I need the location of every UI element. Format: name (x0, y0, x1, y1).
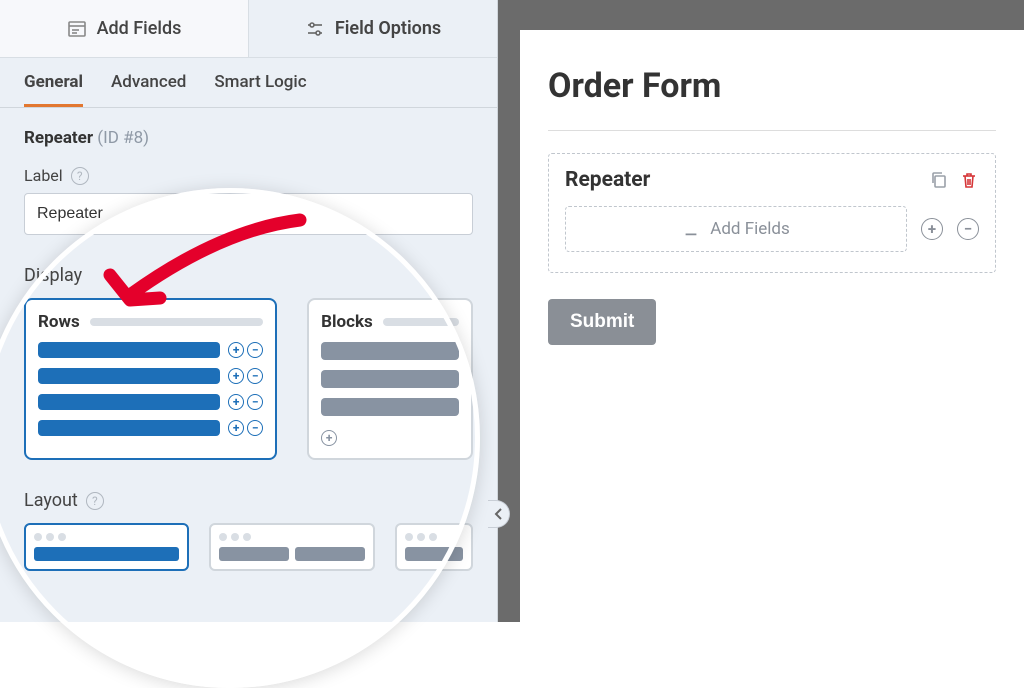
preview-area: Order Form Repeater Add Fields (498, 0, 1024, 622)
repeater-block[interactable]: Repeater Add Fields + − (548, 153, 996, 273)
minus-icon: − (247, 368, 263, 384)
layout-options (24, 523, 473, 571)
help-icon[interactable]: ? (71, 167, 89, 185)
plus-icon: + (321, 430, 337, 446)
add-fields-dropzone[interactable]: Add Fields (565, 206, 907, 252)
form-title: Order Form (548, 66, 996, 106)
blocks-label: Blocks (321, 312, 373, 332)
divider (548, 130, 996, 131)
layout-section-label: Layout ? (24, 490, 473, 511)
form-icon (67, 19, 87, 39)
layout-option-3[interactable] (395, 523, 473, 571)
sub-tabs: General Advanced Smart Logic (0, 58, 497, 108)
layout-option-2[interactable] (209, 523, 374, 571)
minus-icon: − (247, 394, 263, 410)
subtab-smartlogic[interactable]: Smart Logic (214, 72, 306, 107)
label-input[interactable] (24, 193, 473, 235)
panel-body: Repeater (ID #8) Label ? Display Rows +−… (0, 108, 497, 622)
plus-icon: + (228, 342, 244, 358)
tab-field-options[interactable]: Field Options (249, 0, 497, 57)
add-row-button[interactable]: + (921, 218, 943, 240)
minus-icon: − (247, 420, 263, 436)
tab-add-fields[interactable]: Add Fields (0, 0, 249, 57)
title-bar (90, 318, 263, 326)
repeater-title: Repeater (565, 168, 650, 192)
plus-icon: + (228, 368, 244, 384)
download-icon (682, 220, 700, 238)
tab-add-fields-label: Add Fields (97, 18, 182, 39)
subtab-general[interactable]: General (24, 72, 83, 107)
field-header: Repeater (ID #8) (24, 128, 473, 148)
title-bar (383, 318, 459, 326)
trash-icon[interactable] (959, 170, 979, 190)
tab-field-options-label: Field Options (335, 18, 441, 39)
minus-icon: − (247, 342, 263, 358)
plus-icon: + (228, 420, 244, 436)
submit-button[interactable]: Submit (548, 299, 656, 345)
sliders-icon (305, 19, 325, 39)
display-section-label: Display (24, 265, 473, 286)
field-name: Repeater (24, 128, 93, 148)
subtab-advanced[interactable]: Advanced (111, 72, 186, 107)
label-text: Label (24, 166, 63, 185)
display-options: Rows +− +− +− +− Blocks + (24, 298, 473, 460)
duplicate-icon[interactable] (929, 170, 949, 190)
layout-option-1[interactable] (24, 523, 189, 571)
remove-row-button[interactable]: − (957, 218, 979, 240)
help-icon[interactable]: ? (86, 492, 104, 510)
field-id: (ID #8) (97, 128, 149, 148)
display-option-blocks[interactable]: Blocks + (307, 298, 473, 460)
display-option-rows[interactable]: Rows +− +− +− +− (24, 298, 277, 460)
left-panel: Add Fields Field Options General Advance… (0, 0, 498, 622)
label-row: Label ? (24, 166, 473, 185)
preview-card: Order Form Repeater Add Fields (520, 30, 1024, 622)
add-fields-label: Add Fields (710, 219, 790, 239)
rows-label: Rows (38, 312, 80, 332)
plus-icon: + (228, 394, 244, 410)
top-tabs: Add Fields Field Options (0, 0, 497, 58)
